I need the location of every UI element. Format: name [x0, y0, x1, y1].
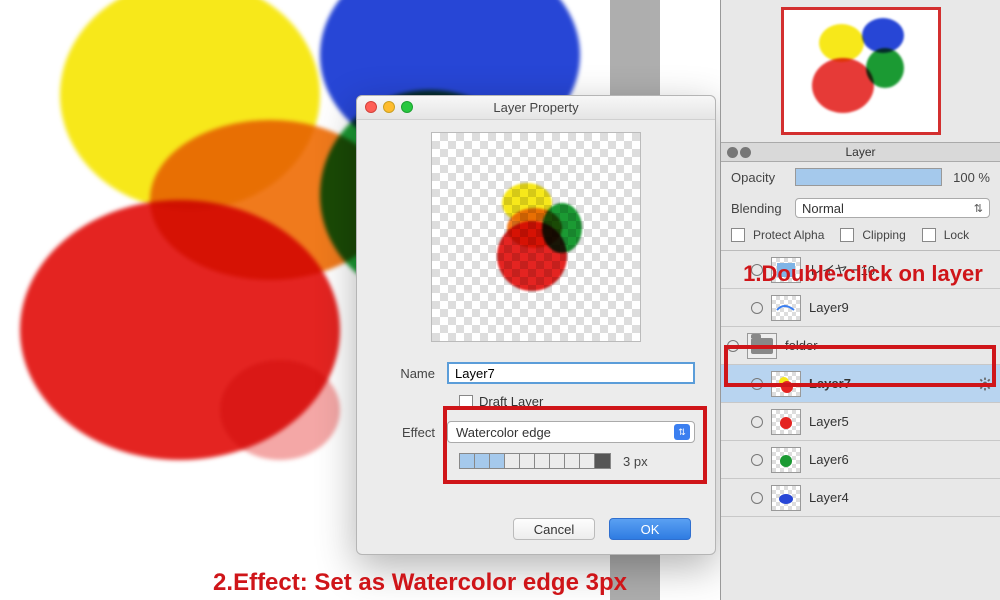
layer-row-selected[interactable]: Layer7	[721, 365, 1000, 403]
visibility-toggle[interactable]	[751, 492, 763, 504]
dialog-title: Layer Property	[493, 100, 578, 115]
lock-label: Lock	[944, 228, 969, 242]
protect-alpha-label: Protect Alpha	[753, 228, 824, 242]
blending-select[interactable]: Normal ⇅	[795, 198, 990, 218]
layer-name-input[interactable]	[447, 362, 695, 384]
annotation-step2: 2.Effect: Set as Watercolor edge 3px	[130, 570, 710, 595]
lock-checkbox[interactable]	[922, 228, 936, 242]
chevron-up-down-icon: ⇅	[974, 202, 983, 215]
zoom-icon[interactable]	[401, 101, 413, 113]
effect-label: Effect	[377, 425, 447, 440]
blending-value: Normal	[802, 201, 844, 216]
visibility-toggle[interactable]	[751, 302, 763, 314]
navigator-thumbnail[interactable]	[781, 7, 941, 135]
layer-row-folder[interactable]: folder	[721, 327, 1000, 365]
blending-label: Blending	[731, 201, 787, 216]
protect-alpha-checkbox[interactable]	[731, 228, 745, 242]
layer-thumbnail	[771, 409, 801, 435]
layer-row[interactable]: Layer4	[721, 479, 1000, 517]
layer-thumbnail	[771, 371, 801, 397]
name-label: Name	[377, 366, 447, 381]
panel-close-icon[interactable]	[727, 147, 738, 158]
layer-panel-header: Layer	[721, 142, 1000, 162]
panel-menu-icon[interactable]	[740, 147, 751, 158]
layer-name-label: Layer9	[809, 300, 994, 315]
dialog-titlebar[interactable]: Layer Property	[357, 96, 715, 120]
folder-icon	[747, 333, 777, 359]
clipping-checkbox[interactable]	[840, 228, 854, 242]
navigator-panel	[721, 0, 1000, 142]
cancel-button[interactable]: Cancel	[513, 518, 595, 540]
annotation-step1: 1.Double-click on layer	[738, 262, 988, 285]
visibility-toggle[interactable]	[751, 378, 763, 390]
opacity-value: 100 %	[950, 170, 990, 185]
visibility-toggle[interactable]	[751, 416, 763, 428]
layer-property-dialog: Layer Property Name Draft Layer Effect W…	[356, 95, 716, 555]
layer-name-label: Layer6	[809, 452, 994, 467]
annotation-highlight-effect	[443, 406, 707, 484]
layer-row[interactable]: Layer6	[721, 441, 1000, 479]
ok-button[interactable]: OK	[609, 518, 691, 540]
opacity-label: Opacity	[731, 170, 787, 185]
layer-name-label: folder	[785, 338, 994, 353]
gear-icon[interactable]	[978, 377, 992, 391]
layer-row[interactable]: Layer9	[721, 289, 1000, 327]
layer-panel-title: Layer	[845, 145, 875, 159]
close-icon[interactable]	[365, 101, 377, 113]
opacity-slider[interactable]	[795, 168, 942, 186]
layer-thumbnail	[771, 295, 801, 321]
layer-name-label: Layer5	[809, 414, 994, 429]
minimize-icon[interactable]	[383, 101, 395, 113]
layer-thumbnail	[771, 447, 801, 473]
layer-preview	[431, 132, 641, 342]
visibility-toggle[interactable]	[751, 454, 763, 466]
layer-row[interactable]: Layer5	[721, 403, 1000, 441]
layer-name-label: Layer7	[809, 376, 978, 391]
clipping-label: Clipping	[862, 228, 905, 242]
layer-list: レイヤー10 Layer9 folder Layer7 Layer5 Layer…	[721, 251, 1000, 600]
right-panel: Layer Opacity 100 % Blending Normal ⇅ Pr…	[720, 0, 1000, 600]
visibility-toggle[interactable]	[727, 340, 739, 352]
layer-name-label: Layer4	[809, 490, 994, 505]
layer-thumbnail	[771, 485, 801, 511]
